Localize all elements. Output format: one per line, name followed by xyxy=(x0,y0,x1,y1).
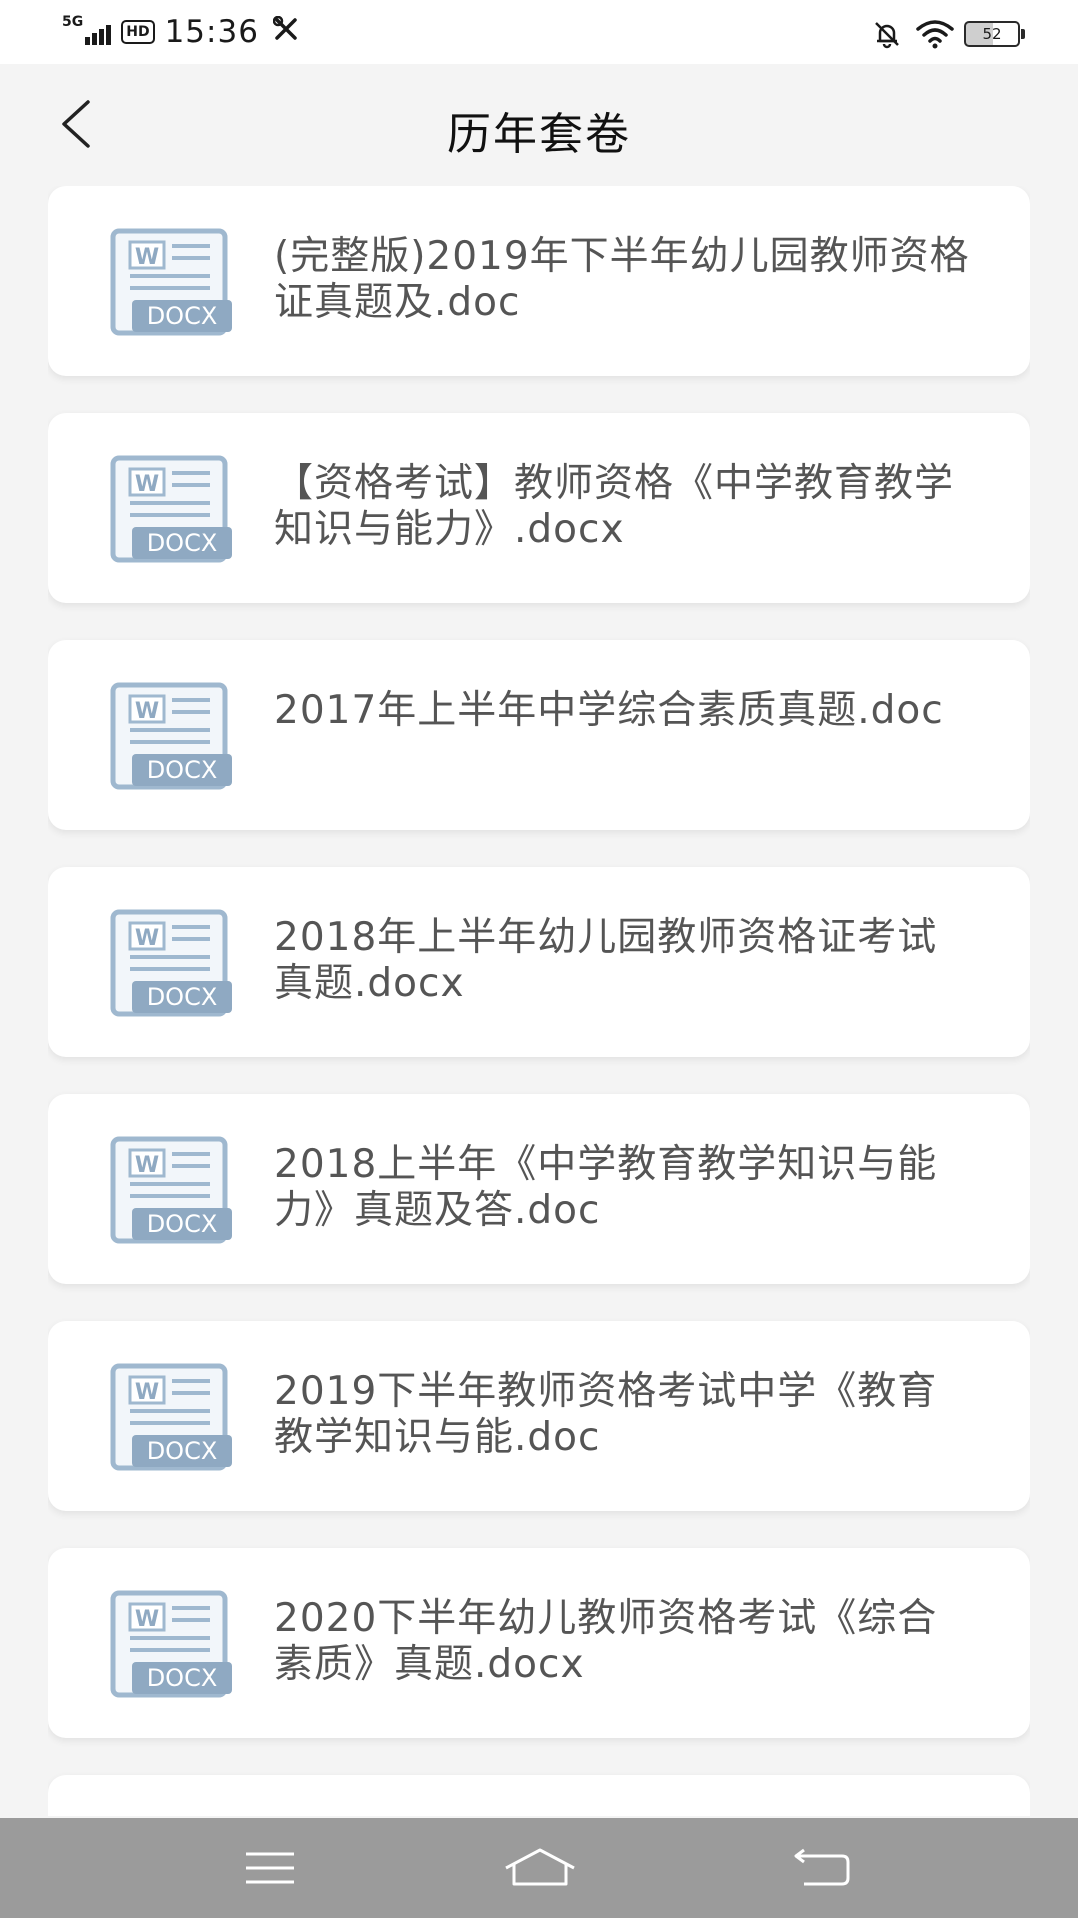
wifi-icon xyxy=(916,20,954,49)
file-title: 2018年上半年幼儿园教师资格证考试真题.docx xyxy=(274,915,938,1006)
hd-badge: HD xyxy=(121,20,155,44)
file-title: 【资格考试】教师资格《中学教育教学知识与能力》.docx xyxy=(274,461,955,552)
doc-letter: W xyxy=(135,245,159,270)
doc-badge: DOCX xyxy=(147,529,218,557)
menu-icon xyxy=(246,1852,294,1884)
list-item[interactable]: W DOCX 【资格考试】教师资格《中学教育教学知识与能力》.docx xyxy=(48,413,1030,603)
doc-letter: W xyxy=(135,926,159,951)
doc-badge: DOCX xyxy=(147,302,218,330)
list-item[interactable]: W DOCX (完整版)2019年下半年幼儿园教师资格证真题及.doc xyxy=(48,186,1030,376)
word-doc-icon: W DOCX xyxy=(110,228,232,336)
doc-letter: W xyxy=(135,1607,159,1632)
doc-badge: DOCX xyxy=(147,1210,218,1238)
list-item[interactable]: W DOCX 2018年上半年幼儿园教师资格证考试真题.docx xyxy=(48,867,1030,1057)
file-title: 2017年上半年中学综合素质真题.doc xyxy=(274,688,944,733)
battery-icon: 52 xyxy=(964,21,1025,47)
doc-badge: DOCX xyxy=(147,1664,218,1692)
status-right: 52 xyxy=(872,12,1025,56)
wrench-screwdriver-icon xyxy=(272,15,299,48)
menu-button[interactable] xyxy=(230,1843,310,1893)
word-doc-icon: W DOCX xyxy=(110,1590,232,1698)
word-doc-icon: W DOCX xyxy=(110,455,232,563)
page-title: 历年套卷 xyxy=(447,109,631,160)
home-icon xyxy=(505,1848,575,1886)
system-nav-bar xyxy=(0,1818,1078,1918)
status-bar: 5G HD 15:36 52 xyxy=(0,0,1078,64)
file-title: (完整版)2019年下半年幼儿园教师资格证真题及.doc xyxy=(274,234,970,325)
file-title: 2019下半年教师资格考试中学《教育教学知识与能.doc xyxy=(274,1369,938,1460)
system-back-button[interactable] xyxy=(782,1843,862,1893)
doc-letter: W xyxy=(135,472,159,497)
file-list: W DOCX (完整版)2019年下半年幼儿园教师资格证真题及.doc W DOCX 【资… xyxy=(48,186,1030,1816)
list-item[interactable]: W DOCX 2019下半年教师资格考试中学《教育教学知识与能.doc xyxy=(48,1321,1030,1511)
list-item[interactable]: W DOCX 2017年上半年中学综合素质真题.doc xyxy=(48,640,1030,830)
battery-level: 52 xyxy=(982,25,1002,43)
doc-badge: DOCX xyxy=(147,983,218,1011)
word-doc-icon: W DOCX xyxy=(110,1363,232,1471)
status-time: 15:36 xyxy=(164,14,259,50)
list-item[interactable]: WDOCX xyxy=(48,1775,1030,1816)
network-type: 5G xyxy=(62,14,84,30)
doc-badge: DOCX xyxy=(147,1437,218,1465)
status-left: 5G HD 15:36 xyxy=(62,10,299,54)
home-button[interactable] xyxy=(500,1843,580,1893)
word-doc-icon: W DOCX xyxy=(110,682,232,790)
list-item[interactable]: W DOCX 2018上半年《中学教育教学知识与能力》真题及答.doc xyxy=(48,1094,1030,1284)
file-title: 2020下半年幼儿教师资格考试《综合素质》真题.docx xyxy=(274,1596,938,1687)
bell-off-icon xyxy=(875,22,899,49)
doc-letter: W xyxy=(135,1380,159,1405)
doc-badge: DOCX xyxy=(147,756,218,784)
word-doc-icon: W DOCX xyxy=(110,909,232,1017)
doc-letter: W xyxy=(135,699,159,724)
doc-letter: W xyxy=(135,1153,159,1178)
word-doc-icon: W DOCX xyxy=(110,1136,232,1244)
file-title: 2018上半年《中学教育教学知识与能力》真题及答.doc xyxy=(274,1142,938,1233)
back-arrow-icon xyxy=(794,1848,850,1886)
list-item[interactable]: W DOCX 2020下半年幼儿教师资格考试《综合素质》真题.docx xyxy=(48,1548,1030,1738)
header: 历年套卷 xyxy=(0,64,1078,184)
signal-icon xyxy=(85,19,113,45)
